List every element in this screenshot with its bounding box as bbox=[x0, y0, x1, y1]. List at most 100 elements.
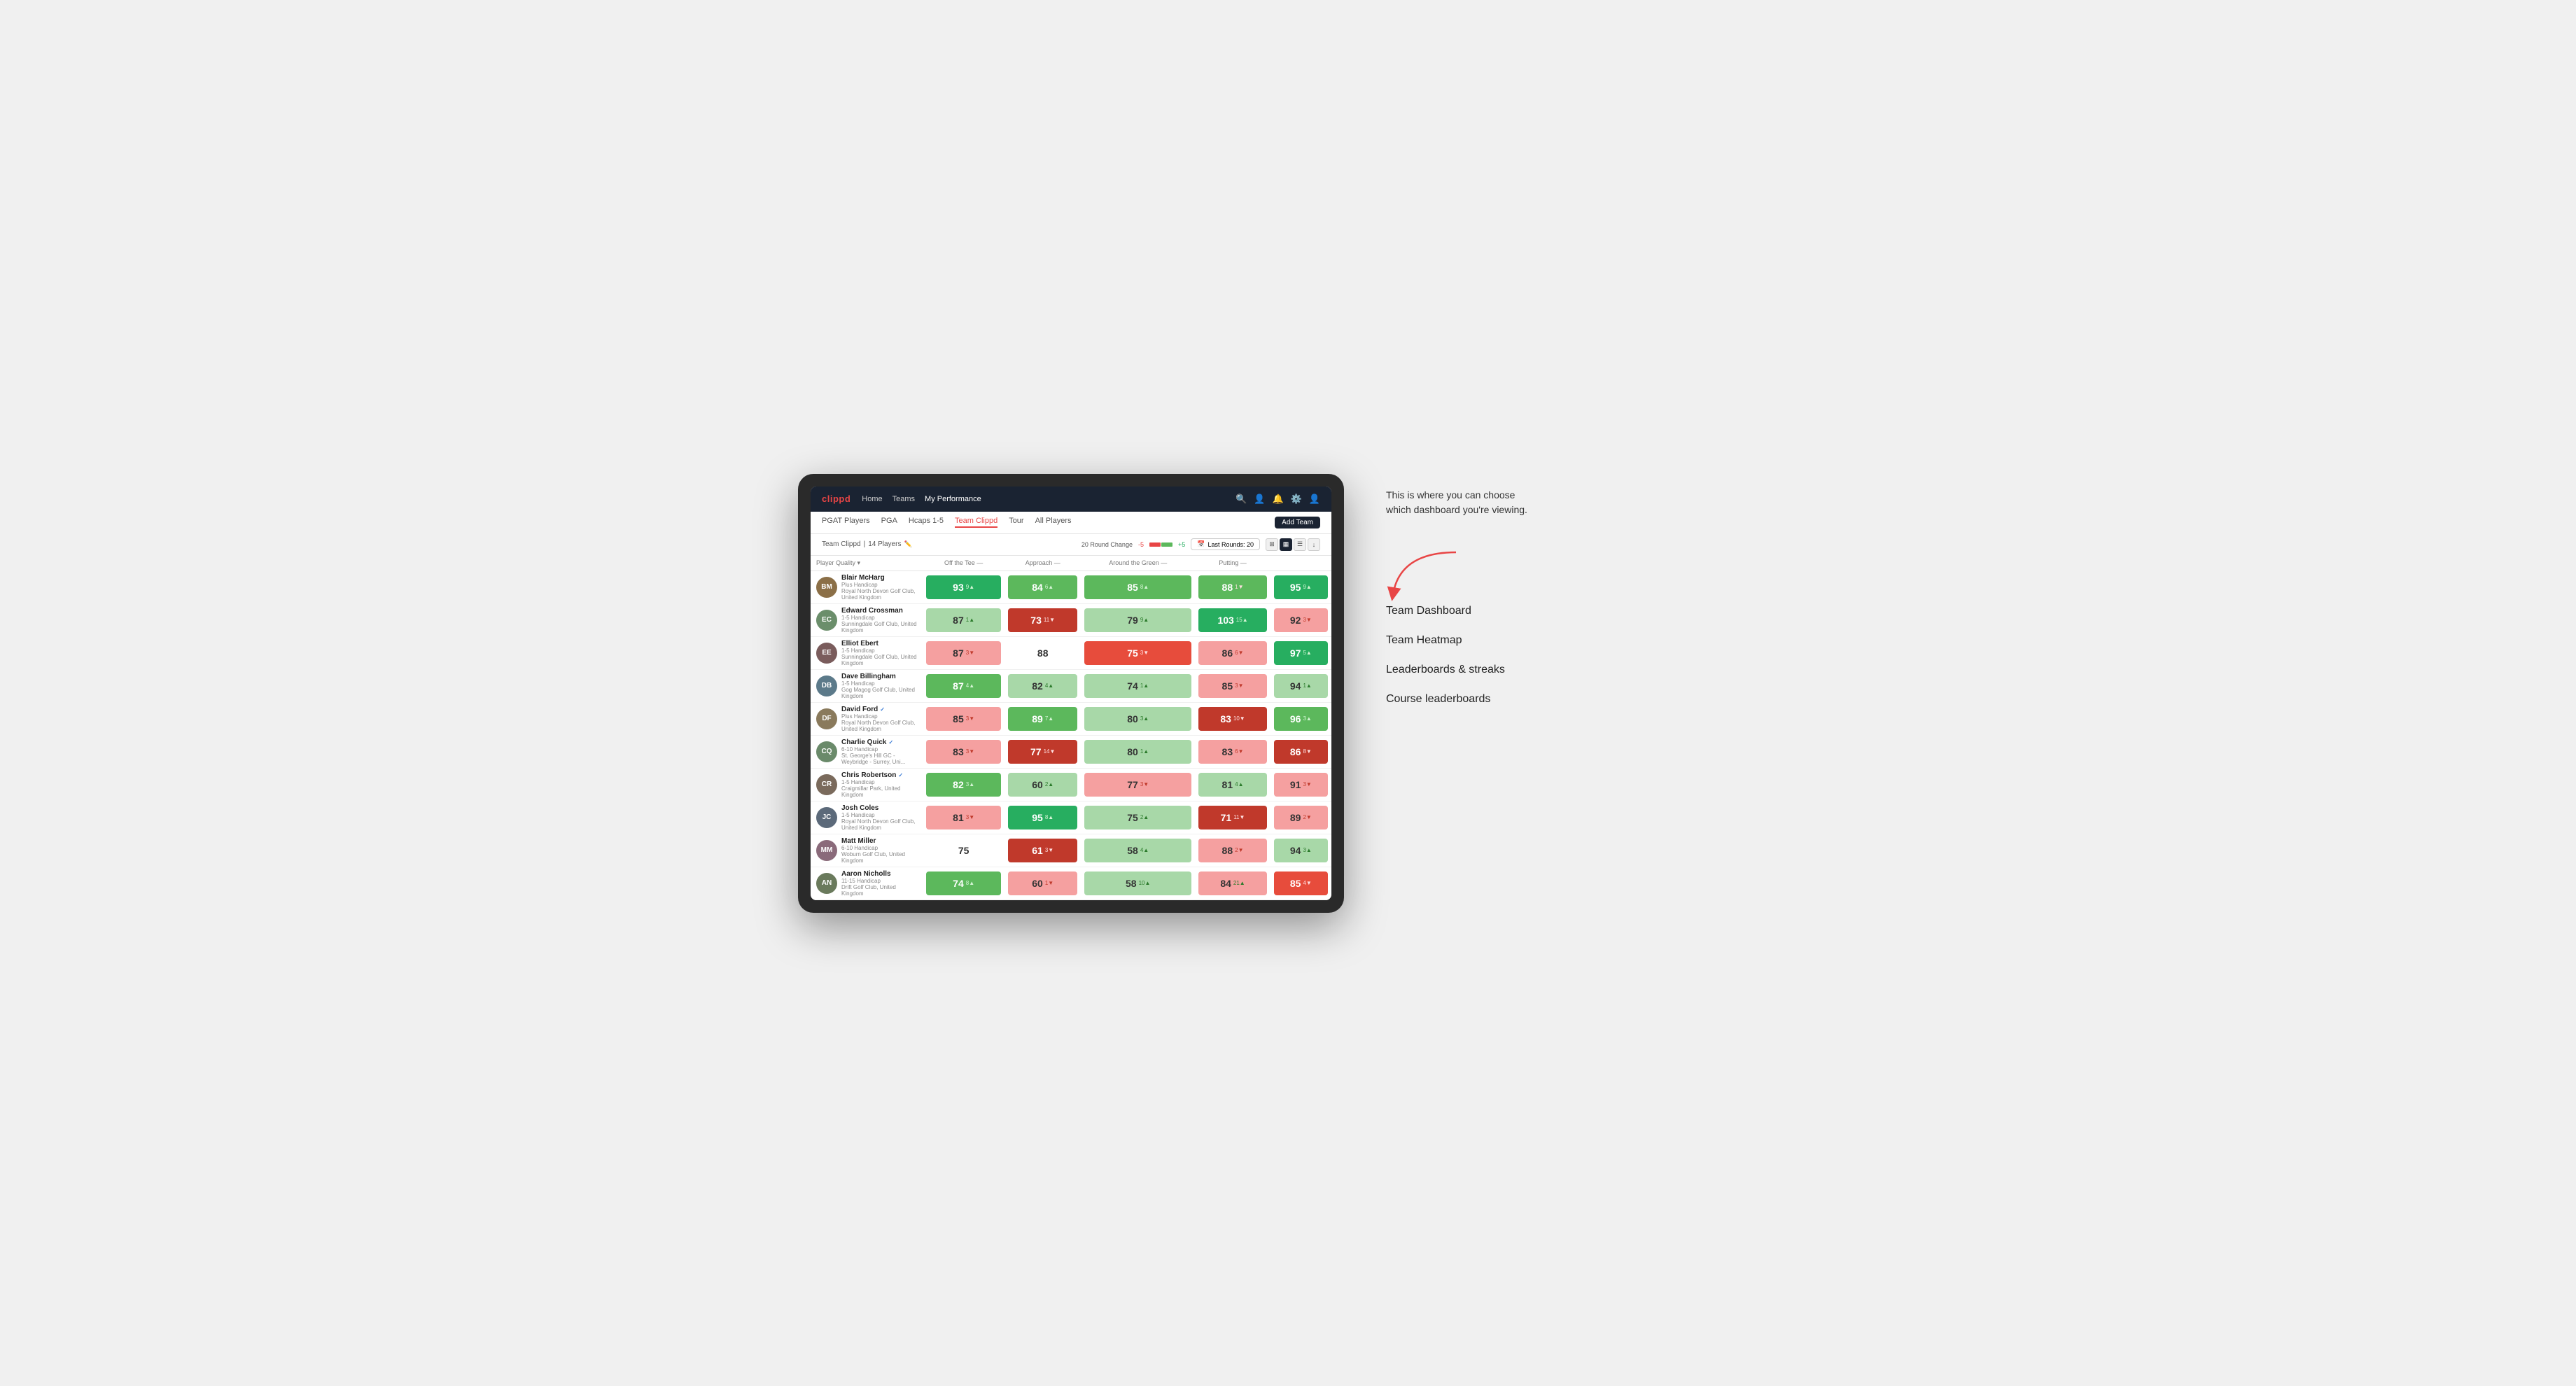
add-team-button[interactable]: Add Team bbox=[1275, 517, 1320, 528]
player-cell-8[interactable]: MMMatt Miller6-10 HandicapWoburn Golf Cl… bbox=[811, 834, 923, 867]
metric-change: 4▲ bbox=[966, 682, 974, 689]
metric-change: 3▼ bbox=[966, 748, 974, 755]
metric-change: 1▲ bbox=[1303, 682, 1311, 689]
metric-value: 58 bbox=[1126, 878, 1137, 889]
metric-change: 1▲ bbox=[1140, 682, 1149, 689]
metric-approach-4: 897▲ bbox=[1004, 702, 1081, 735]
nav-link-teams[interactable]: Teams bbox=[892, 493, 915, 505]
player-name: Matt Miller bbox=[841, 837, 917, 845]
team-header-left: Team Clippd | 14 Players ✏️ bbox=[822, 540, 912, 548]
player-cell-0[interactable]: BMBlair McHargPlus HandicapRoyal North D… bbox=[811, 570, 923, 603]
player-avatar: CR bbox=[816, 774, 837, 795]
subnav-hcaps[interactable]: Hcaps 1-5 bbox=[909, 517, 944, 528]
metric-around-green-8: 584▲ bbox=[1081, 834, 1195, 867]
view-icons: ⊞ ▦ ☰ ↓ bbox=[1266, 538, 1320, 551]
metric-value: 86 bbox=[1290, 746, 1301, 757]
metric-putting-9: 854▼ bbox=[1270, 867, 1331, 899]
col-header-around-green[interactable]: Around the Green — bbox=[1081, 556, 1195, 571]
col-header-player[interactable]: Player Quality ▾ bbox=[811, 556, 923, 571]
metric-value: 82 bbox=[953, 779, 964, 790]
player-handicap: 6-10 Handicap bbox=[841, 845, 917, 851]
grid-view-button[interactable]: ⊞ bbox=[1266, 538, 1278, 551]
metric-off-tee-0: 939▲ bbox=[923, 570, 1004, 603]
metric-value: 92 bbox=[1290, 615, 1301, 626]
download-button[interactable]: ↓ bbox=[1308, 538, 1320, 551]
metric-value: 71 bbox=[1221, 812, 1232, 823]
last-rounds-button[interactable]: 📅 Last Rounds: 20 bbox=[1191, 538, 1260, 550]
metric-change: 1▼ bbox=[1045, 880, 1054, 886]
col-header-off-tee[interactable]: Off the Tee — bbox=[923, 556, 1004, 571]
metric-putting-3: 941▲ bbox=[1270, 669, 1331, 702]
metric-value: 75 bbox=[1127, 812, 1138, 823]
metric-value: 88 bbox=[1037, 648, 1049, 659]
nav-link-my-performance[interactable]: My Performance bbox=[925, 493, 981, 505]
bell-icon[interactable]: 🔔 bbox=[1272, 493, 1283, 505]
option-leaderboards[interactable]: Leaderboards & streaks bbox=[1386, 664, 1596, 676]
player-cell-1[interactable]: ECEdward Crossman1-5 HandicapSunningdale… bbox=[811, 603, 923, 636]
table-row: DFDavid Ford✓Plus HandicapRoyal North De… bbox=[811, 702, 1331, 735]
team-header: Team Clippd | 14 Players ✏️ 20 Round Cha… bbox=[811, 534, 1331, 556]
metric-change: 1▼ bbox=[1235, 584, 1243, 590]
subnav-tour[interactable]: Tour bbox=[1009, 517, 1023, 528]
subnav-all-players[interactable]: All Players bbox=[1035, 517, 1072, 528]
verified-icon: ✓ bbox=[898, 772, 903, 778]
metric-value: 87 bbox=[953, 680, 964, 692]
player-club: Drift Golf Club, United Kingdom bbox=[841, 884, 917, 897]
option-course-leaderboards[interactable]: Course leaderboards bbox=[1386, 693, 1596, 706]
metric-value: 86 bbox=[1222, 648, 1233, 659]
player-cell-2[interactable]: EEElliot Ebert1-5 HandicapSunningdale Go… bbox=[811, 636, 923, 669]
heatmap-view-button[interactable]: ▦ bbox=[1280, 538, 1292, 551]
player-cell-5[interactable]: CQCharlie Quick✓6-10 HandicapSt. George'… bbox=[811, 735, 923, 768]
metric-approach-0: 846▲ bbox=[1004, 570, 1081, 603]
metric-value: 60 bbox=[1032, 779, 1043, 790]
option-team-heatmap[interactable]: Team Heatmap bbox=[1386, 634, 1596, 647]
list-view-button[interactable]: ☰ bbox=[1294, 538, 1306, 551]
col-header-approach[interactable]: Approach — bbox=[1004, 556, 1081, 571]
player-cell-7[interactable]: JCJosh Coles1-5 HandicapRoyal North Devo… bbox=[811, 801, 923, 834]
metric-atg-5: 836▼ bbox=[1195, 735, 1270, 768]
metric-value: 94 bbox=[1290, 845, 1301, 856]
nav-link-home[interactable]: Home bbox=[862, 493, 882, 505]
player-cell-6[interactable]: CRChris Robertson✓1-5 HandicapCraigmilla… bbox=[811, 768, 923, 801]
table-row: DBDave Billingham1-5 HandicapGog Magog G… bbox=[811, 669, 1331, 702]
metric-value: 77 bbox=[1030, 746, 1042, 757]
bar-green bbox=[1161, 542, 1172, 547]
subnav-pga[interactable]: PGA bbox=[881, 517, 897, 528]
option-team-dashboard[interactable]: Team Dashboard bbox=[1386, 605, 1596, 617]
metric-putting-5: 868▼ bbox=[1270, 735, 1331, 768]
table-row: JCJosh Coles1-5 HandicapRoyal North Devo… bbox=[811, 801, 1331, 834]
metric-value: 58 bbox=[1127, 845, 1138, 856]
subnav-pgat[interactable]: PGAT Players bbox=[822, 517, 870, 528]
team-header-right: 20 Round Change -5 +5 📅 Last Rounds: 20 … bbox=[1082, 538, 1320, 551]
metric-value: 81 bbox=[953, 812, 964, 823]
metric-change: 9▲ bbox=[1140, 617, 1149, 623]
col-header-putting[interactable]: Putting — bbox=[1195, 556, 1270, 571]
metric-value: 96 bbox=[1290, 713, 1301, 724]
nav-links: Home Teams My Performance bbox=[862, 493, 1224, 505]
metric-change: 2▲ bbox=[1045, 781, 1054, 788]
player-cell-4[interactable]: DFDavid Ford✓Plus HandicapRoyal North De… bbox=[811, 702, 923, 735]
account-icon[interactable]: 👤 bbox=[1309, 493, 1320, 505]
metric-change: 3▲ bbox=[966, 781, 974, 788]
settings-icon[interactable]: ⚙️ bbox=[1291, 493, 1302, 505]
metric-approach-9: 601▼ bbox=[1004, 867, 1081, 899]
player-cell-9[interactable]: ANAaron Nicholls11-15 HandicapDrift Golf… bbox=[811, 867, 923, 899]
metric-value: 61 bbox=[1032, 845, 1043, 856]
metric-change: 2▼ bbox=[1235, 847, 1243, 853]
metric-putting-6: 913▼ bbox=[1270, 768, 1331, 801]
metric-change: 7▲ bbox=[1045, 715, 1054, 722]
edit-icon[interactable]: ✏️ bbox=[904, 540, 911, 548]
dashboard-options: Team Dashboard Team Heatmap Leaderboards… bbox=[1386, 605, 1596, 706]
metric-change: 9▲ bbox=[1303, 584, 1311, 590]
metric-value: 74 bbox=[1127, 680, 1138, 692]
metric-putting-1: 923▼ bbox=[1270, 603, 1331, 636]
search-icon[interactable]: 🔍 bbox=[1236, 493, 1247, 505]
user-icon[interactable]: 👤 bbox=[1254, 493, 1265, 505]
subnav-team-clippd[interactable]: Team Clippd bbox=[955, 517, 997, 528]
metric-value: 89 bbox=[1290, 812, 1301, 823]
metric-value: 103 bbox=[1217, 615, 1233, 626]
player-cell-3[interactable]: DBDave Billingham1-5 HandicapGog Magog G… bbox=[811, 669, 923, 702]
metric-around-green-5: 801▲ bbox=[1081, 735, 1195, 768]
change-min: -5 bbox=[1138, 541, 1144, 548]
player-club: Royal North Devon Golf Club, United King… bbox=[841, 720, 917, 732]
